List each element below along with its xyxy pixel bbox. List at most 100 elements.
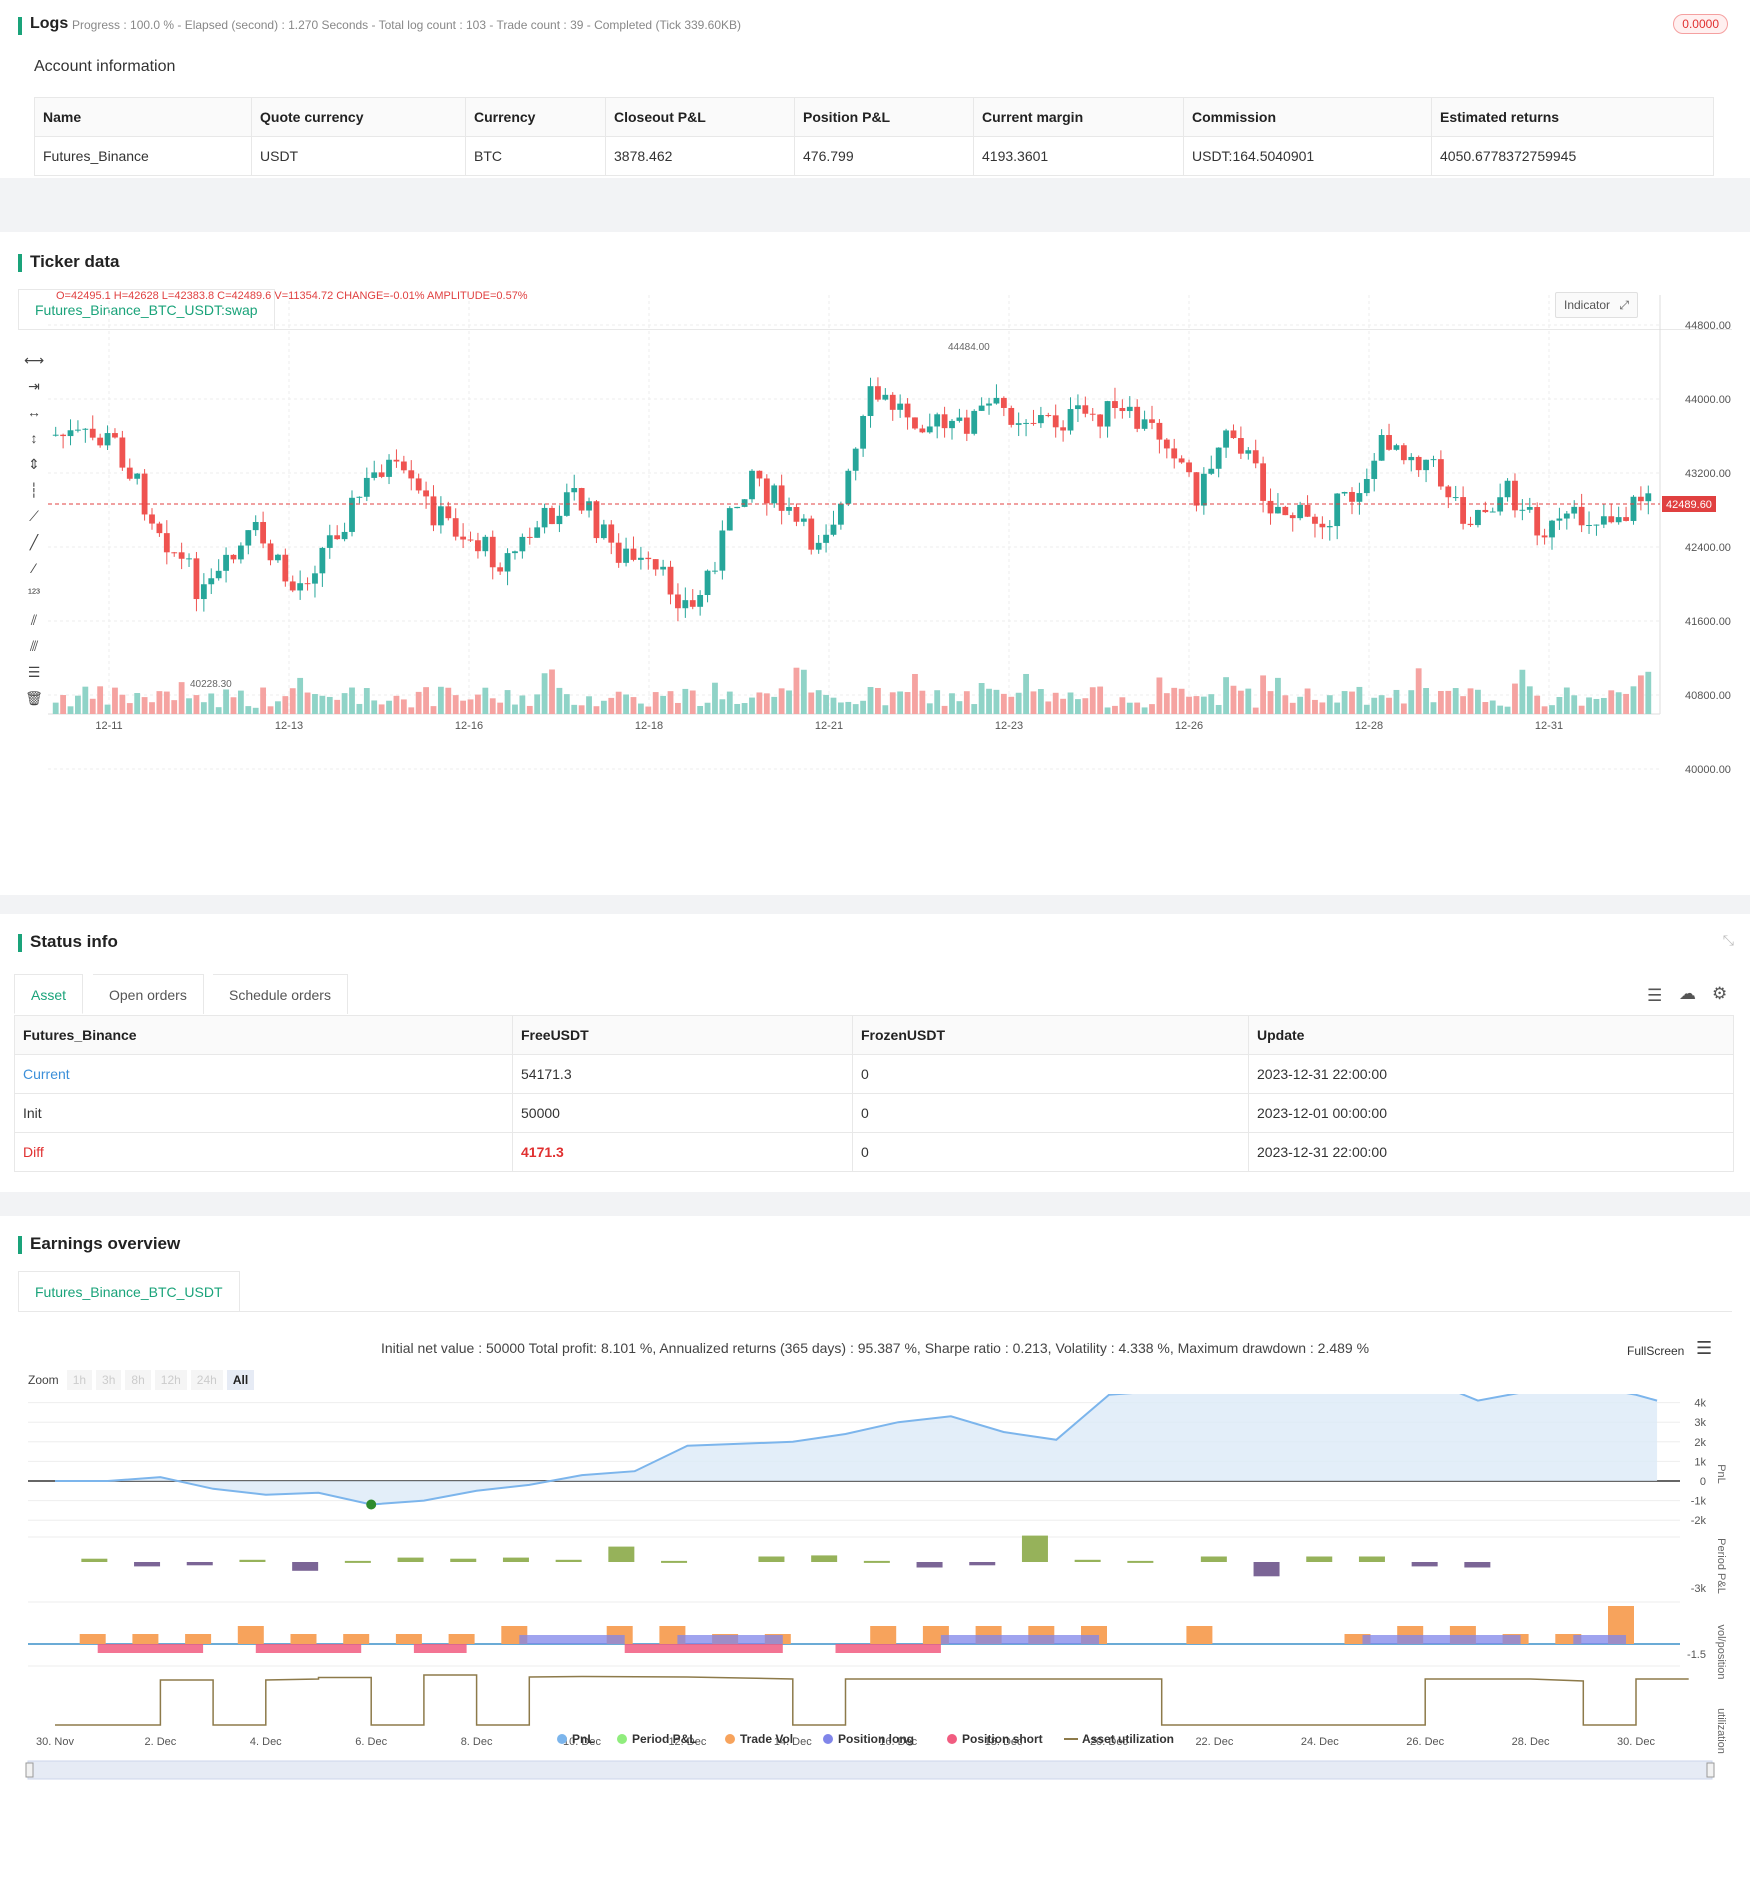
volume-bar <box>1052 692 1059 714</box>
axis-title: utilization <box>1715 1708 1727 1754</box>
candle-body <box>1075 405 1081 410</box>
candle-body <box>1208 468 1215 474</box>
volume-bar <box>52 702 59 714</box>
candle-body <box>1526 507 1533 510</box>
x-tick-label: 12-26 <box>1175 720 1203 732</box>
volume-bar <box>163 691 170 714</box>
volume-bar <box>349 687 355 714</box>
volume-bar <box>1393 689 1400 714</box>
account-header-row: Name Quote currency Currency Closeout P&… <box>34 97 1714 137</box>
candlestick-chart[interactable]: 44800.00 44000.00 43200.00 42400.00 41600.00… <box>0 287 1750 807</box>
volume-bar <box>1504 706 1511 714</box>
account-cell: 4193.3601 <box>973 136 1184 176</box>
volume-bar <box>956 701 963 714</box>
tab-asset[interactable]: Asset <box>14 974 84 1014</box>
legend-marker <box>557 1734 567 1744</box>
zoom-24h[interactable]: 24h <box>190 1370 223 1390</box>
volume-bar <box>1297 696 1304 714</box>
period-pnl-bar <box>969 1562 996 1566</box>
candle-body <box>1089 413 1096 415</box>
zoom-8h[interactable]: 8h <box>125 1370 151 1390</box>
pnl-tick-label: -2k <box>1691 1515 1707 1527</box>
volume-bar <box>1230 685 1237 714</box>
volume-bar <box>1319 702 1326 714</box>
pnl-tick-label: 4k <box>1694 1398 1706 1410</box>
y-tick-label: 40800.00 <box>1685 690 1731 702</box>
list-icon[interactable]: ☰ <box>1647 986 1662 1006</box>
candle-body <box>1289 515 1296 519</box>
volume-bar <box>645 706 652 714</box>
candle-body <box>1386 435 1392 450</box>
candle-body <box>1586 524 1592 526</box>
candle-body <box>1445 486 1452 498</box>
volume-bar <box>1341 691 1348 714</box>
volume-bar <box>326 696 333 714</box>
volume-bar <box>845 701 852 714</box>
candle-body <box>1045 415 1052 417</box>
candle-body <box>319 547 326 574</box>
position-long-bar <box>940 1635 1099 1644</box>
zoom-1h[interactable]: 1h <box>66 1370 93 1390</box>
fullscreen-button[interactable]: FullScreen <box>1627 1344 1684 1358</box>
candle-body <box>215 570 222 579</box>
tab-open-orders[interactable]: Open orders <box>93 974 204 1014</box>
period-pnl-bar <box>608 1546 635 1562</box>
volume-bar <box>697 705 704 714</box>
position-short-bar <box>624 1644 783 1653</box>
gear-icon[interactable]: ⚙ <box>1712 984 1727 1004</box>
volume-bar <box>919 690 926 714</box>
zoom-12h[interactable]: 12h <box>154 1370 187 1390</box>
candle-body <box>971 410 978 434</box>
volume-bar <box>415 691 422 714</box>
candle-body <box>837 503 844 525</box>
y-tick-label: 43200.00 <box>1685 468 1731 480</box>
volume-bar <box>1289 702 1296 714</box>
tab-schedule-orders[interactable]: Schedule orders <box>213 974 348 1014</box>
volume-bar <box>534 694 541 714</box>
candle-body <box>1578 506 1585 526</box>
candle-body <box>208 578 215 585</box>
volume-bar <box>1526 686 1533 714</box>
position-long-bar <box>1573 1635 1626 1644</box>
earnings-chart[interactable]: 5k4k3k2k1k0-1k-2kPnLPeriod P&Lvol/positi… <box>0 1394 1750 1889</box>
volume-bar <box>1112 705 1118 714</box>
candle-body <box>1230 430 1237 439</box>
volume-bar <box>675 702 681 714</box>
candle-body <box>986 403 992 406</box>
logs-title: Logs <box>18 15 68 35</box>
zoom-label: Zoom <box>28 1373 59 1387</box>
volume-bar <box>1252 707 1259 714</box>
candle-body <box>1600 516 1607 525</box>
candle-body <box>860 415 867 449</box>
candle-body <box>586 501 592 511</box>
candle-body <box>230 554 237 560</box>
cloud-download-icon[interactable]: ☁ <box>1679 984 1696 1004</box>
candle-body <box>1171 448 1178 459</box>
candle-body <box>623 548 629 563</box>
legend-marker <box>617 1734 627 1744</box>
asset-row: Diff 4171.3 0 2023-12-31 22:00:00 <box>14 1132 1734 1172</box>
candle-body <box>830 524 837 535</box>
volume-bar <box>926 703 933 714</box>
candle-body <box>1275 506 1281 514</box>
volume-bar <box>593 706 600 714</box>
asset-h: Update <box>1248 1015 1734 1055</box>
volume-bar <box>1556 697 1563 714</box>
candle-body <box>1563 513 1570 519</box>
volume-bar <box>1608 690 1615 714</box>
status-close-icon[interactable]: ⤡ <box>1723 932 1734 949</box>
earnings-tab[interactable]: Futures_Binance_BTC_USDT <box>18 1271 240 1311</box>
x-tick-label: 12-13 <box>275 720 303 732</box>
candle-body <box>112 433 118 438</box>
volume-bar <box>1600 697 1607 714</box>
volume-bar <box>1237 690 1244 714</box>
candle-body <box>82 428 89 430</box>
zoom-all[interactable]: All <box>226 1370 255 1390</box>
menu-icon[interactable]: ☰ <box>1696 1338 1712 1359</box>
zoom-3h[interactable]: 3h <box>96 1370 122 1390</box>
candle-body <box>341 531 348 540</box>
candle-body <box>475 540 481 552</box>
candle-body <box>1393 445 1400 450</box>
account-row: Futures_Binance USDT BTC 3878.462 476.79… <box>34 136 1714 176</box>
volume-bar <box>586 696 592 714</box>
